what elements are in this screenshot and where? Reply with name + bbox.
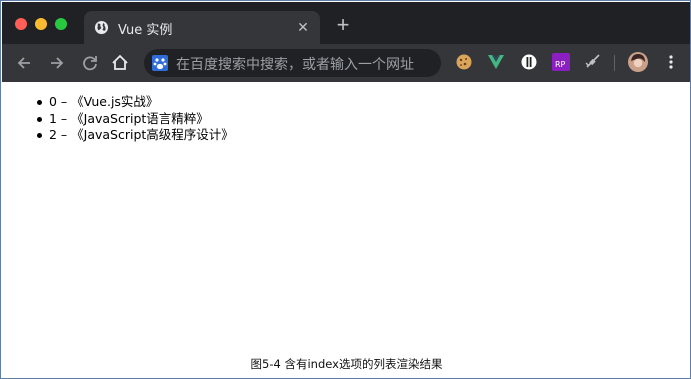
close-window-button[interactable]: [15, 18, 27, 30]
vue-devtools-icon[interactable]: [487, 53, 505, 71]
toolbar-separator: [614, 55, 615, 71]
new-tab-button[interactable]: +: [332, 14, 354, 37]
tab-vue-instance[interactable]: Vue 实例 ✕: [84, 11, 320, 44]
address-bar[interactable]: 在百度搜索中搜索，或者输入一个网址: [144, 49, 441, 77]
cookie-extension-icon[interactable]: [455, 53, 473, 71]
satellite-extension-icon[interactable]: [584, 53, 602, 71]
address-bar-placeholder: 在百度搜索中搜索，或者输入一个网址: [176, 57, 414, 73]
forward-arrow-icon[interactable]: [46, 52, 68, 74]
book-list: 0 – 《Vue.js实战》 1 – 《JavaScript语言精粹》 2 – …: [37, 94, 234, 144]
list-item-text: 1 – 《JavaScript语言精粹》: [49, 110, 209, 126]
globe-icon: [94, 20, 109, 35]
page-content: 0 – 《Vue.js实战》 1 – 《JavaScript语言精粹》 2 – …: [2, 82, 690, 352]
list-bullet: [37, 133, 42, 138]
list-item-text: 0 – 《Vue.js实战》: [49, 94, 159, 109]
baidu-search-icon: [152, 55, 168, 71]
reload-icon[interactable]: [79, 52, 101, 74]
list-item: 2 – 《JavaScript高级程序设计》: [37, 127, 234, 144]
browser-toolbar: 在百度搜索中搜索，或者输入一个网址 RP: [2, 44, 690, 82]
close-tab-icon[interactable]: ✕: [294, 18, 312, 36]
list-item-text: 2 – 《JavaScript高级程序设计》: [49, 127, 234, 142]
list-item: 1 – 《JavaScript语言精粹》: [37, 110, 234, 128]
profile-avatar-icon[interactable]: [628, 52, 648, 72]
back-arrow-icon[interactable]: [13, 52, 35, 74]
browser-window: Vue 实例 ✕ + 在百度搜索中搜索，或者输入一个网址 RP 0 – 《Vue…: [2, 2, 690, 352]
figure-caption: 图5-4 含有index选项的列表渲染结果: [250, 357, 443, 371]
tab-strip: Vue 实例 ✕ +: [2, 2, 690, 44]
list-item: 0 – 《Vue.js实战》: [37, 94, 234, 111]
minimize-window-button[interactable]: [35, 18, 47, 30]
svg-text:RP: RP: [555, 60, 566, 69]
ublock-icon[interactable]: [520, 53, 538, 71]
tab-title: Vue 实例: [118, 23, 173, 38]
maximize-window-button[interactable]: [55, 18, 67, 30]
list-bullet: [37, 116, 42, 122]
more-vert-icon[interactable]: [662, 53, 680, 71]
figure-frame: Vue 实例 ✕ + 在百度搜索中搜索，或者输入一个网址 RP 0 – 《Vue…: [0, 0, 691, 379]
rp-extension-icon[interactable]: RP: [552, 53, 570, 71]
home-icon[interactable]: [109, 52, 131, 74]
list-bullet: [37, 100, 42, 105]
